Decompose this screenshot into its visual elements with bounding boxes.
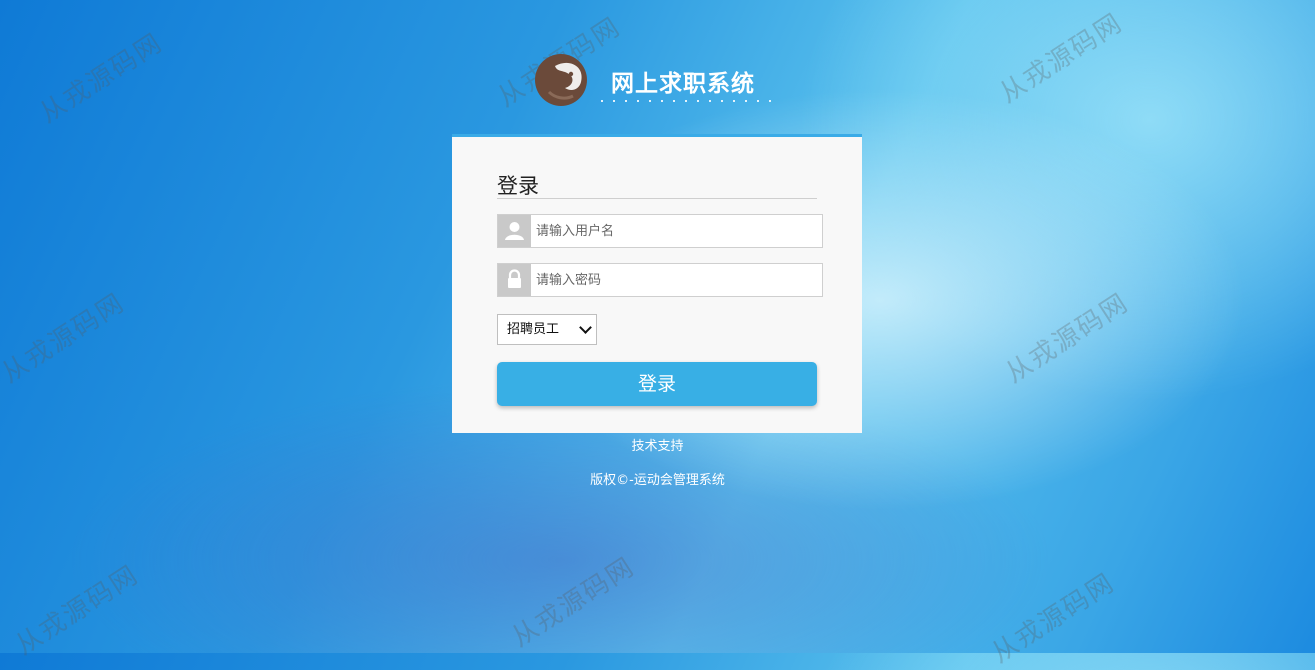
- tech-support-link[interactable]: 技术支持: [0, 435, 1315, 454]
- watermark: 从戎源码网: [10, 559, 145, 662]
- password-field[interactable]: [497, 263, 823, 297]
- role-select[interactable]: 招聘员工: [497, 314, 597, 345]
- lock-icon: [498, 264, 531, 296]
- password-input[interactable]: [532, 264, 820, 296]
- watermark: 从戎源码网: [0, 287, 131, 390]
- title-divider: [497, 198, 817, 199]
- user-icon: [498, 215, 531, 247]
- chevron-down-icon: [579, 321, 592, 334]
- login-button[interactable]: 登录: [497, 362, 817, 406]
- brand-subline: [601, 100, 771, 102]
- page-background: 从戎源码网 从戎源码网 从戎源码网 从戎源码网 从戎源码网 从戎源码网 从戎源码…: [0, 0, 1315, 669]
- watermark: 从戎源码网: [986, 567, 1121, 670]
- watermark: 从戎源码网: [34, 27, 169, 130]
- system-name: 网上求职系统: [611, 71, 755, 97]
- username-input[interactable]: [532, 215, 820, 247]
- logo-icon: [535, 52, 591, 108]
- watermark: 从戎源码网: [1000, 287, 1135, 390]
- login-title: 登录: [497, 174, 539, 198]
- site-header: 网上求职系统: [535, 52, 785, 112]
- role-select-value: 招聘员工: [507, 322, 560, 337]
- watermark: 从戎源码网: [506, 551, 641, 654]
- copyright-text: 版权©-运动会管理系统: [590, 473, 725, 488]
- login-panel: 登录 招聘员工 登录: [452, 134, 862, 433]
- username-field[interactable]: [497, 214, 823, 248]
- watermark: 从戎源码网: [994, 7, 1129, 110]
